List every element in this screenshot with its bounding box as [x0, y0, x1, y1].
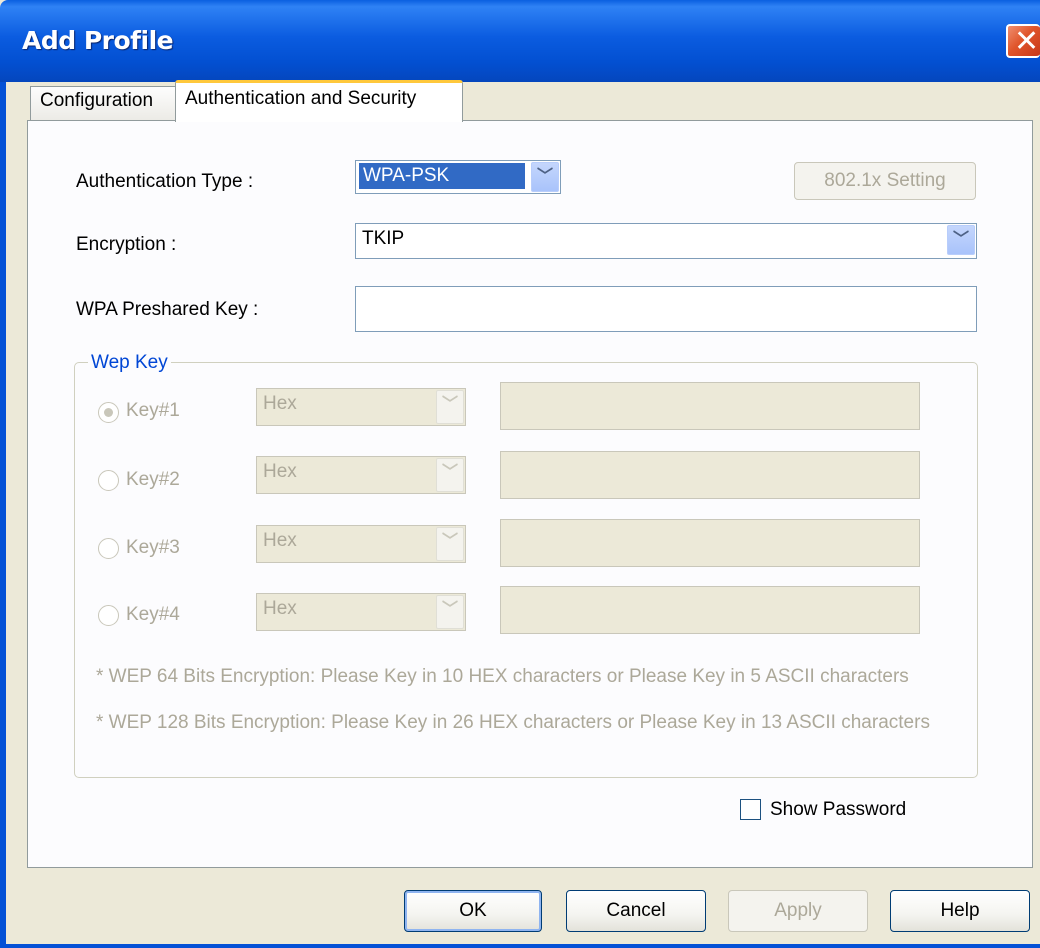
chevron-down-icon[interactable]: ﹀ — [436, 595, 464, 629]
key2-format-value: Hex — [263, 461, 297, 482]
8021x-setting-button[interactable]: 802.1x Setting — [794, 162, 976, 200]
key3-format-select[interactable]: Hex ﹀ — [256, 525, 466, 563]
auth-type-select[interactable]: WPA-PSK ﹀ — [355, 160, 561, 194]
wep128-note: * WEP 128 Bits Encryption: Please Key in… — [96, 712, 930, 733]
chevron-down-icon[interactable]: ﹀ — [436, 527, 464, 561]
key3-input[interactable] — [500, 519, 920, 567]
auth-type-value: WPA-PSK — [359, 163, 525, 189]
key2-input[interactable] — [500, 451, 920, 499]
key1-format-select[interactable]: Hex ﹀ — [256, 388, 466, 426]
key2-label: Key#2 — [126, 469, 180, 490]
psk-label: WPA Preshared Key : — [76, 299, 259, 320]
wep-key-group-title: Wep Key — [88, 352, 171, 374]
auth-type-label: Authentication Type : — [76, 171, 254, 192]
key2-radio[interactable] — [98, 470, 119, 491]
encryption-value: TKIP — [362, 228, 405, 249]
key3-radio[interactable] — [98, 538, 119, 559]
key4-format-value: Hex — [263, 598, 297, 619]
chevron-down-icon[interactable]: ﹀ — [436, 458, 464, 492]
encryption-select[interactable]: TKIP ﹀ — [355, 223, 977, 259]
key1-label: Key#1 — [126, 400, 180, 421]
chevron-down-icon[interactable]: ﹀ — [947, 225, 975, 255]
key2-format-select[interactable]: Hex ﹀ — [256, 456, 466, 494]
chevron-down-icon[interactable]: ﹀ — [436, 390, 464, 424]
key4-input[interactable] — [500, 586, 920, 634]
key3-format-value: Hex — [263, 530, 297, 551]
encryption-label: Encryption : — [76, 234, 177, 255]
key4-format-select[interactable]: Hex ﹀ — [256, 593, 466, 631]
key4-radio[interactable] — [98, 605, 119, 626]
chevron-down-icon[interactable]: ﹀ — [531, 162, 559, 192]
show-password-label: Show Password — [770, 799, 907, 820]
key1-format-value: Hex — [263, 393, 297, 414]
key1-radio[interactable] — [98, 402, 119, 423]
key4-label: Key#4 — [126, 604, 180, 625]
psk-input[interactable] — [355, 286, 977, 332]
key3-label: Key#3 — [126, 537, 180, 558]
form-area: Authentication Type : WPA-PSK ﹀ 802.1x S… — [0, 0, 1040, 948]
key1-input[interactable] — [500, 382, 920, 430]
wep64-note: * WEP 64 Bits Encryption: Please Key in … — [96, 666, 909, 687]
show-password-checkbox[interactable] — [740, 799, 761, 820]
